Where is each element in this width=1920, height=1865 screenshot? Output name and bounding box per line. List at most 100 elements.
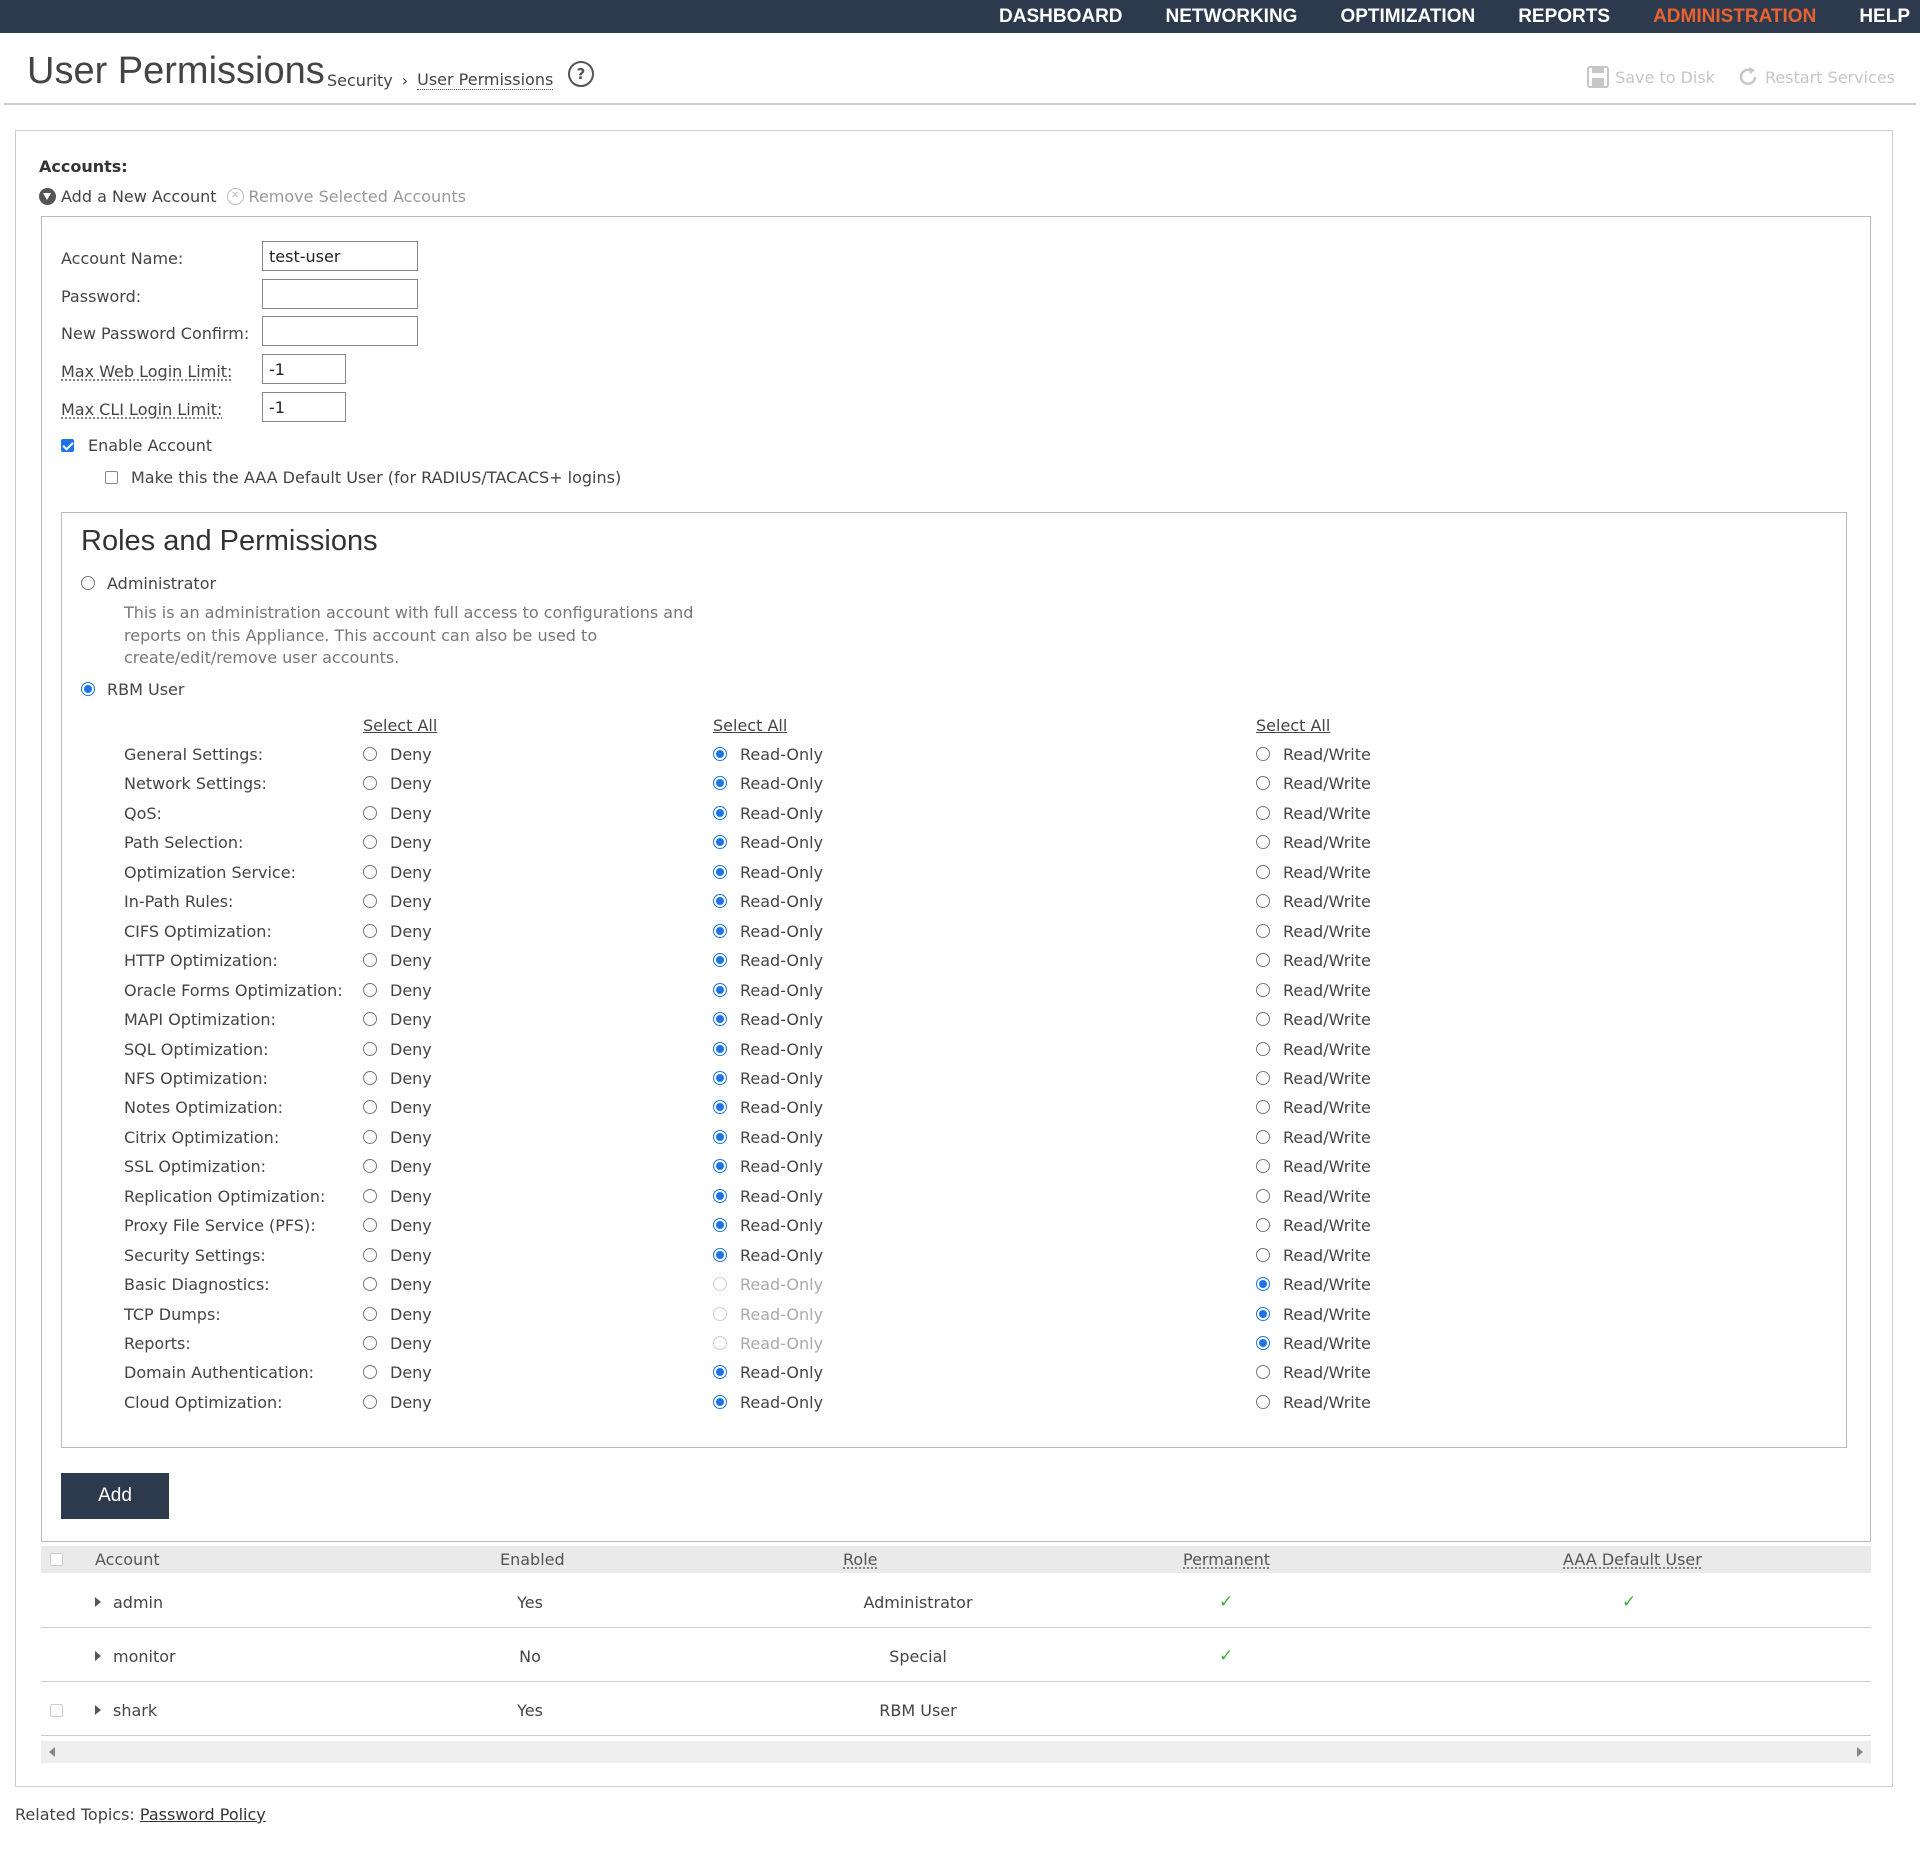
permission-read-write-radio[interactable] — [1256, 924, 1270, 938]
nav-optimization[interactable]: OPTIMIZATION — [1340, 0, 1475, 33]
permission-read-only-radio[interactable] — [713, 983, 727, 997]
permission-read-write-radio[interactable] — [1256, 1071, 1270, 1085]
permission-deny-radio[interactable] — [363, 1130, 377, 1144]
remove-selected-accounts-button[interactable]: ✕ Remove Selected Accounts — [226, 187, 466, 206]
permission-read-write-radio[interactable] — [1256, 1159, 1270, 1173]
scroll-right-icon[interactable] — [1857, 1747, 1863, 1757]
permission-read-write-radio[interactable] — [1256, 1248, 1270, 1262]
password-input[interactable] — [262, 279, 418, 309]
permission-read-only-radio[interactable] — [713, 806, 727, 820]
permission-deny-radio[interactable] — [363, 1277, 377, 1291]
help-icon[interactable]: ? — [568, 61, 594, 87]
permission-read-only-radio[interactable] — [713, 1130, 727, 1144]
permission-read-only-radio[interactable] — [713, 894, 727, 908]
restart-services-button[interactable]: Restart Services — [1737, 66, 1895, 88]
permission-deny-radio[interactable] — [363, 953, 377, 967]
table-row[interactable]: admin Yes Administrator ✓ ✓ — [41, 1574, 1871, 1628]
permission-deny-radio[interactable] — [363, 806, 377, 820]
row-select-checkbox[interactable] — [50, 1704, 63, 1717]
max-cli-login-input[interactable] — [262, 392, 346, 422]
permission-deny-radio[interactable] — [363, 1307, 377, 1321]
select-all-deny-link[interactable]: Select All — [363, 716, 437, 735]
permission-deny-radio[interactable] — [363, 1336, 377, 1350]
permission-deny-radio[interactable] — [363, 924, 377, 938]
permission-read-write-radio[interactable] — [1256, 1307, 1270, 1321]
permission-read-only-radio[interactable] — [713, 1100, 727, 1114]
permission-read-only-radio[interactable] — [713, 1042, 727, 1056]
permission-read-write-radio[interactable] — [1256, 1336, 1270, 1350]
permission-read-write-radio[interactable] — [1256, 1395, 1270, 1409]
permission-read-only-radio[interactable] — [713, 1248, 727, 1262]
account-name-input[interactable] — [262, 241, 418, 271]
permission-deny-radio[interactable] — [363, 983, 377, 997]
col-role[interactable]: Role — [843, 1550, 877, 1569]
permission-read-only-radio[interactable] — [713, 776, 727, 790]
permission-read-only-radio[interactable] — [713, 1071, 727, 1085]
permission-read-only-radio[interactable] — [713, 1159, 727, 1173]
nav-networking[interactable]: NETWORKING — [1166, 0, 1298, 33]
permission-read-only-radio[interactable] — [713, 865, 727, 879]
permission-read-only-radio[interactable] — [713, 1218, 727, 1232]
table-row[interactable]: shark Yes RBM User — [41, 1682, 1871, 1736]
nav-administration[interactable]: ADMINISTRATION — [1653, 0, 1816, 33]
select-all-read-only-link[interactable]: Select All — [713, 716, 787, 735]
col-enabled[interactable]: Enabled — [500, 1550, 565, 1569]
permission-read-only-radio[interactable] — [713, 1189, 727, 1203]
col-permanent[interactable]: Permanent — [1183, 1550, 1270, 1569]
permission-read-write-radio[interactable] — [1256, 1365, 1270, 1379]
permission-read-write-radio[interactable] — [1256, 806, 1270, 820]
permission-read-write-radio[interactable] — [1256, 1189, 1270, 1203]
permission-read-write-radio[interactable] — [1256, 894, 1270, 908]
expand-row-icon[interactable] — [95, 1651, 101, 1661]
permission-deny-radio[interactable] — [363, 1365, 377, 1379]
save-to-disk-button[interactable]: Save to Disk — [1587, 66, 1715, 88]
table-horizontal-scrollbar[interactable] — [41, 1741, 1871, 1763]
nav-reports[interactable]: REPORTS — [1518, 0, 1610, 33]
role-administrator-radio[interactable] — [81, 576, 95, 590]
permission-read-only-radio[interactable] — [713, 835, 727, 849]
permission-deny-radio[interactable] — [363, 1042, 377, 1056]
permission-read-only-radio[interactable] — [713, 1012, 727, 1026]
aaa-default-user-checkbox[interactable] — [105, 471, 118, 484]
enable-account-checkbox[interactable] — [61, 439, 74, 452]
permission-read-only-radio[interactable] — [713, 747, 727, 761]
select-all-accounts-checkbox[interactable] — [50, 1553, 63, 1566]
password-confirm-input[interactable] — [262, 316, 418, 346]
permission-read-write-radio[interactable] — [1256, 865, 1270, 879]
add-new-account-button[interactable]: Add a New Account — [39, 187, 217, 206]
permission-deny-radio[interactable] — [363, 1189, 377, 1203]
permission-read-write-radio[interactable] — [1256, 1100, 1270, 1114]
permission-deny-radio[interactable] — [363, 894, 377, 908]
permission-read-write-radio[interactable] — [1256, 776, 1270, 790]
permission-deny-radio[interactable] — [363, 835, 377, 849]
permission-deny-radio[interactable] — [363, 1071, 377, 1085]
col-aaa-default-user[interactable]: AAA Default User — [1563, 1550, 1702, 1569]
permission-deny-radio[interactable] — [363, 1218, 377, 1232]
permission-read-only-radio[interactable] — [713, 1365, 727, 1379]
permission-deny-radio[interactable] — [363, 865, 377, 879]
permission-read-write-radio[interactable] — [1256, 1042, 1270, 1056]
permission-deny-radio[interactable] — [363, 1100, 377, 1114]
scroll-left-icon[interactable] — [49, 1747, 55, 1757]
permission-read-only-radio[interactable] — [713, 1395, 727, 1409]
permission-read-write-radio[interactable] — [1256, 835, 1270, 849]
permission-deny-radio[interactable] — [363, 776, 377, 790]
table-row[interactable]: monitor No Special ✓ — [41, 1628, 1871, 1682]
nav-dashboard[interactable]: DASHBOARD — [999, 0, 1123, 33]
permission-deny-radio[interactable] — [363, 747, 377, 761]
expand-row-icon[interactable] — [95, 1597, 101, 1607]
permission-read-write-radio[interactable] — [1256, 1130, 1270, 1144]
add-account-button[interactable]: Add — [61, 1473, 169, 1519]
permission-read-write-radio[interactable] — [1256, 1012, 1270, 1026]
permission-deny-radio[interactable] — [363, 1395, 377, 1409]
role-rbm-user-radio[interactable] — [81, 682, 95, 696]
permission-read-only-radio[interactable] — [713, 953, 727, 967]
permission-read-write-radio[interactable] — [1256, 1218, 1270, 1232]
breadcrumb-user-permissions[interactable]: User Permissions — [417, 70, 554, 90]
password-policy-link[interactable]: Password Policy — [140, 1805, 266, 1824]
permission-deny-radio[interactable] — [363, 1248, 377, 1262]
expand-row-icon[interactable] — [95, 1705, 101, 1715]
breadcrumb-security[interactable]: Security — [327, 71, 393, 90]
permission-read-write-radio[interactable] — [1256, 953, 1270, 967]
permission-read-only-radio[interactable] — [713, 924, 727, 938]
